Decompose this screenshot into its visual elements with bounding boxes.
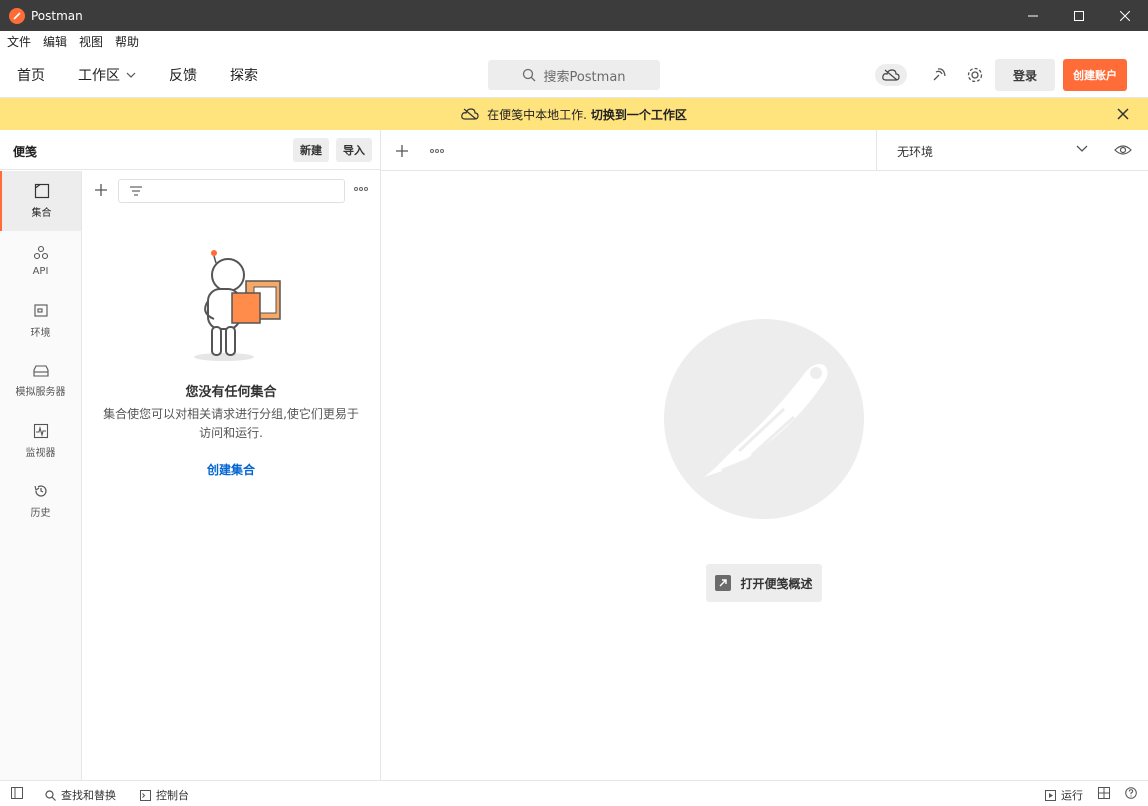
rail-label: 集合 (31, 208, 52, 219)
scratchpad-banner: 在便笺中本地工作. 切换到一个工作区 (0, 98, 1148, 130)
layout-icon (1098, 787, 1110, 799)
api-icon (33, 245, 48, 260)
more-options-icon[interactable] (354, 186, 368, 192)
nav-workspaces-label: 工作区 (78, 67, 120, 84)
rail-label: 历史 (30, 508, 51, 519)
menu-file[interactable]: 文件 (7, 33, 31, 50)
postman-logo-watermark (664, 319, 864, 519)
search-icon (45, 789, 56, 801)
more-options-icon[interactable] (430, 148, 444, 154)
settings-button[interactable] (965, 65, 985, 85)
filter-input[interactable] (118, 179, 345, 203)
help-icon (1125, 787, 1137, 799)
app-header: 首页 工作区 反馈 探索 搜索Postman 登录 创建账户 (0, 51, 1148, 98)
login-button[interactable]: 登录 (995, 59, 1055, 91)
find-replace-button[interactable]: 查找和替换 (45, 787, 116, 803)
nav-workspaces[interactable]: 工作区 (78, 65, 136, 85)
rail-label: 监视器 (25, 448, 56, 459)
new-button[interactable]: 新建 (293, 138, 329, 162)
collections-panel: 您没有任何集合 集合使您可以对相关请求进行分组,使它们更易于访问和运行. 创建集… (82, 171, 380, 780)
mock-server-icon (32, 365, 49, 377)
search-bar[interactable]: 搜索Postman (488, 60, 660, 90)
monitor-icon (33, 423, 48, 439)
menu-edit[interactable]: 编辑 (43, 33, 67, 50)
rail-item-api[interactable]: API (0, 231, 81, 291)
environment-selector[interactable]: 无环境 (876, 130, 1148, 170)
cloud-offline-icon (882, 69, 900, 81)
rail-item-mock-servers[interactable]: 模拟服务器 (0, 351, 81, 411)
minimize-button[interactable] (1010, 0, 1056, 31)
maximize-button[interactable] (1056, 0, 1102, 31)
history-icon (33, 485, 47, 497)
status-bar: 查找和替换 控制台 运行 (0, 780, 1148, 806)
runner-label: 运行 (1061, 789, 1083, 802)
interceptor-button[interactable] (929, 65, 949, 85)
sync-status-button[interactable] (875, 64, 907, 86)
environment-icon (33, 304, 48, 317)
postman-logo-icon (9, 7, 25, 24)
search-placeholder: 搜索Postman (543, 69, 626, 85)
satellite-icon (933, 68, 946, 81)
environment-label: 无环境 (897, 145, 934, 159)
astronaut-illustration (194, 250, 281, 361)
banner-text: 在便笺中本地工作. (487, 107, 587, 122)
runner-button[interactable]: 运行 (1045, 787, 1083, 803)
eye-icon[interactable] (1114, 143, 1132, 157)
main-workspace: 打开便笺概述 (381, 171, 1148, 780)
tab-bar: 无环境 (381, 130, 1148, 171)
rail-label: 环境 (30, 328, 51, 339)
sidebar-title: 便笺 (13, 145, 38, 159)
rail-item-collections[interactable]: 集合 (0, 171, 81, 231)
menu-help[interactable]: 帮助 (115, 33, 139, 50)
nav-explore[interactable]: 探索 (230, 65, 258, 85)
title-bar: Postman (0, 0, 1148, 31)
sidebar-rail: 集合 API 环境 模拟服务器 监视器 历史 (0, 171, 82, 780)
menu-view[interactable]: 视图 (79, 33, 103, 50)
window-title: Postman (31, 8, 83, 23)
toggle-sidebar-button[interactable] (11, 787, 28, 799)
search-icon (523, 68, 536, 82)
menu-bar: 文件 编辑 视图 帮助 (0, 31, 1148, 51)
sidebar: 便笺 新建 导入 集合 API 环境 模拟服务器 监视器 历史 您没有任何集合 … (0, 130, 381, 780)
empty-state-title: 您没有任何集合 (185, 385, 277, 400)
two-pane-button[interactable] (1098, 787, 1115, 799)
empty-state-description: 集合使您可以对相关请求进行分组,使它们更易于访问和运行. (103, 407, 359, 440)
rail-item-environments[interactable]: 环境 (0, 291, 81, 351)
sidebar-header: 便笺 新建 导入 (0, 130, 380, 170)
chevron-down-icon (1076, 145, 1088, 152)
create-account-button[interactable]: 创建账户 (1063, 59, 1127, 91)
rail-item-monitors[interactable]: 监视器 (0, 411, 81, 471)
rail-item-history[interactable]: 历史 (0, 471, 81, 531)
console-icon (140, 789, 151, 801)
rail-label: 模拟服务器 (15, 387, 66, 398)
new-tab-icon[interactable] (395, 144, 409, 158)
import-button[interactable]: 导入 (336, 138, 372, 162)
rail-label: API (32, 266, 49, 277)
cloud-offline-icon (461, 108, 479, 120)
top-nav: 首页 工作区 反馈 探索 (17, 51, 291, 98)
help-button[interactable] (1125, 787, 1142, 799)
close-window-button[interactable] (1102, 0, 1148, 31)
chevron-down-icon (126, 72, 136, 78)
nav-home[interactable]: 首页 (17, 65, 45, 85)
nav-feedback[interactable]: 反馈 (169, 65, 197, 85)
play-icon (1045, 789, 1056, 801)
console-label: 控制台 (156, 789, 189, 802)
open-scratchpad-overview-button[interactable]: 打开便笺概述 (706, 564, 822, 602)
find-replace-label: 查找和替换 (61, 789, 116, 802)
close-icon[interactable] (1116, 107, 1130, 121)
create-collection-link[interactable]: 创建集合 (82, 461, 380, 478)
console-button[interactable]: 控制台 (140, 787, 189, 803)
external-link-icon (715, 575, 732, 591)
filter-icon (130, 186, 142, 196)
open-overview-label: 打开便笺概述 (740, 576, 813, 591)
switch-workspace-link[interactable]: 切换到一个工作区 (591, 106, 687, 123)
collection-icon (34, 183, 49, 199)
sidebar-toggle-icon (11, 787, 23, 799)
plus-icon[interactable] (94, 183, 108, 197)
gear-icon (967, 67, 983, 83)
